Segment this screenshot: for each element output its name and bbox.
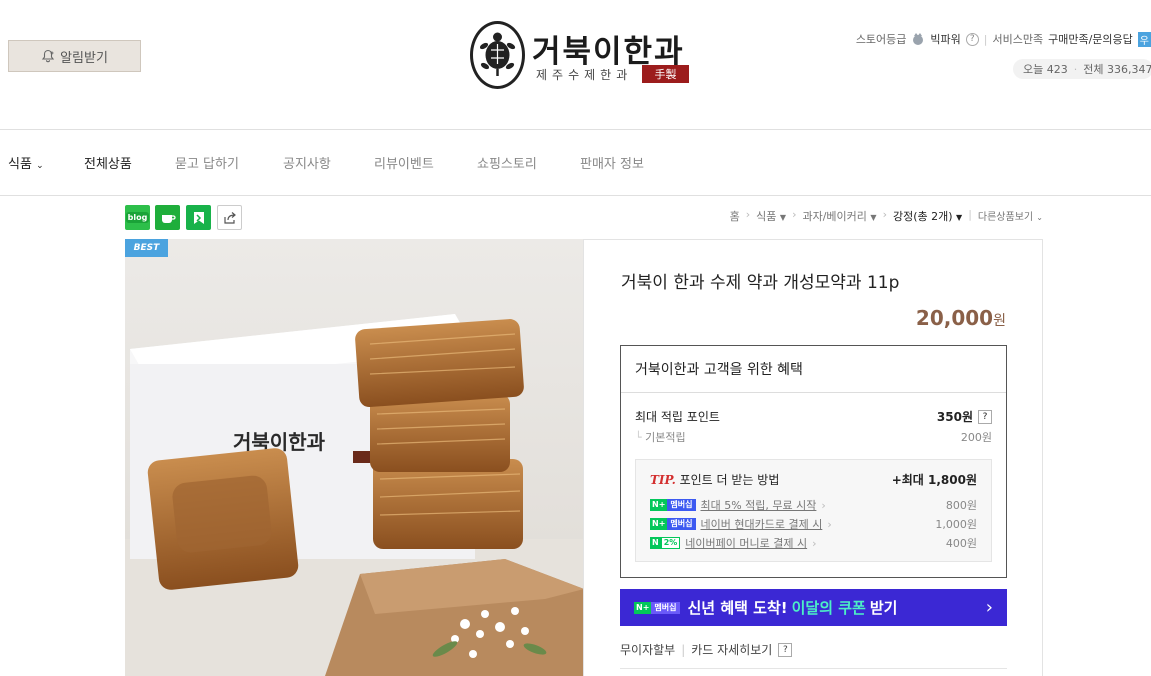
- tip-row-membership[interactable]: N+ 멤버십 최대 5% 적립, 무료 시작 › 800원: [650, 497, 977, 513]
- tip-row-label: 네이버페이 머니로 결제 시: [685, 537, 808, 550]
- logo-subtitle: 제주수제한과: [536, 68, 633, 82]
- notification-button[interactable]: 알림받기: [8, 40, 141, 72]
- blog-share-button[interactable]: blog: [125, 205, 150, 230]
- tip-row-value: 800원: [945, 499, 977, 512]
- tip-box: TIP. 포인트 더 받는 방법 +최대 1,800원 N+ 멤버십 최대 5% 적…: [635, 459, 992, 562]
- visit-total: 전체 336,347: [1083, 63, 1151, 76]
- chevron-right-icon: ›: [985, 597, 993, 618]
- chevron-down-icon: ⌄: [1036, 213, 1043, 222]
- logo-seal: 手製: [642, 65, 689, 83]
- nav-item-qna[interactable]: 묻고 답하기: [175, 153, 239, 172]
- service-value: 구매만족/문의응답: [1048, 33, 1133, 46]
- blog-icon: blog: [125, 212, 150, 223]
- tip-row-value: 400원: [945, 537, 977, 550]
- chevron-right-icon: ›: [812, 536, 817, 550]
- tip-row-hyundai-card[interactable]: N+ 멤버십 네이버 현대카드로 결제 시 › 1,000원: [650, 516, 977, 532]
- service-badge: 우: [1137, 31, 1151, 47]
- best-badge: BEST: [125, 239, 168, 257]
- coupon-banner[interactable]: N+ 멤버십 신년 혜택 도착! 이달의 쿠폰 받기 ›: [620, 589, 1007, 626]
- tip-row-label: 최대 5% 적립, 무료 시작: [700, 499, 817, 512]
- max-point-value: 350원: [936, 410, 973, 424]
- caret-down-icon: ▼: [870, 213, 877, 222]
- indent-icon: └: [635, 431, 642, 444]
- keep-icon: [193, 211, 204, 224]
- nav-item-review-event[interactable]: 리뷰이벤트: [374, 153, 434, 172]
- caret-down-icon: ▼: [779, 213, 787, 222]
- divider: |: [681, 642, 686, 657]
- nav-item-seller-info[interactable]: 판매자 정보: [580, 153, 644, 172]
- coupon-highlight: 이달의 쿠폰: [791, 599, 866, 617]
- chevron-down-icon: ⌄: [36, 161, 44, 171]
- basic-point-label: 기본적립: [645, 431, 686, 444]
- basic-point-value: 200원: [960, 431, 992, 444]
- installment-link[interactable]: 무이자할부: [620, 641, 675, 658]
- breadcrumb-current[interactable]: 강정(총 2개) ▼: [893, 208, 962, 224]
- cafe-share-button[interactable]: [155, 205, 180, 230]
- tip-prefix: TIP.: [650, 473, 676, 487]
- dot-separator: ·: [1073, 62, 1078, 76]
- nav-item-shopping-story[interactable]: 쇼핑스토리: [477, 153, 537, 172]
- naver-plus-badge: N+ 멤버십: [650, 499, 696, 511]
- bell-icon: [41, 49, 55, 63]
- turtle-logo-icon: [470, 21, 525, 89]
- store-info-bar: 스토어등급 빅파워 ? | 서비스만족 구매만족/문의응답 우: [856, 31, 1151, 47]
- payment-links: 무이자할부 | 카드 자세히보기 ?: [620, 641, 793, 658]
- nav-item-notice[interactable]: 공지사항: [283, 153, 331, 172]
- service-label: 서비스만족: [992, 33, 1044, 46]
- share-button[interactable]: [217, 205, 242, 230]
- tip-label: 포인트 더 받는 방법: [679, 473, 780, 487]
- visit-today: 오늘 423: [1023, 63, 1068, 76]
- product-title: 거북이 한과 수제 약과 개성모약과 11p: [621, 273, 900, 293]
- store-grade-value: 빅파워: [930, 33, 961, 46]
- yakgwa-photo: 거북이한과: [125, 239, 584, 676]
- keep-button[interactable]: [186, 205, 211, 230]
- chevron-right-icon: ›: [827, 517, 832, 531]
- category-nav: 식품 ⌄ 전체상품 묻고 답하기 공지사항 리뷰이벤트 쇼핑스토리 판매자 정보: [0, 129, 1151, 196]
- card-detail-link[interactable]: 카드 자세히보기: [691, 641, 772, 658]
- nav-item-all-products[interactable]: 전체상품: [84, 153, 132, 172]
- tip-header: TIP. 포인트 더 받는 방법 +최대 1,800원: [650, 471, 977, 488]
- tip-row-label: 네이버 현대카드로 결제 시: [700, 518, 823, 531]
- product-image[interactable]: 거북이한과 BEST: [125, 239, 584, 676]
- naver-plus-badge: N+ 멤버십: [634, 601, 680, 614]
- coupon-suffix: 받기: [869, 599, 898, 617]
- tip-row-value: 1,000원: [935, 518, 977, 531]
- benefit-header: 거북이한과 고객을 위한 혜택: [621, 346, 1006, 393]
- nav-item-food[interactable]: 식품 ⌄: [8, 153, 44, 172]
- visitor-counter: 오늘 423 · 전체 336,347: [1013, 59, 1151, 79]
- share-icon: [223, 211, 236, 224]
- other-products-link[interactable]: 다른상품보기 ⌄: [978, 208, 1043, 224]
- notification-label: 알림받기: [60, 50, 108, 66]
- cafe-icon: [161, 214, 176, 223]
- breadcrumb: 홈 › 식품 ▼ › 과자/베이커리 ▼ › 강정(총 2개) ▼ | 다른상품보기 ⌄: [729, 208, 1043, 224]
- basic-point-row: └ 기본적립 200원: [635, 429, 992, 445]
- chevron-right-icon: ›: [821, 498, 826, 512]
- naver-pay-badge: N 2%: [650, 537, 681, 549]
- breadcrumb-snack[interactable]: 과자/베이커리 ▼: [802, 208, 876, 224]
- coupon-text: 신년 혜택 도착!: [687, 599, 788, 617]
- help-icon[interactable]: ?: [978, 409, 992, 424]
- benefit-box: 거북이한과 고객을 위한 혜택 최대 적립 포인트 350원? └ 기본적립 2…: [620, 345, 1007, 578]
- divider: |: [983, 32, 988, 46]
- help-icon[interactable]: ?: [778, 642, 793, 657]
- tip-row-naverpay-money[interactable]: N 2% 네이버페이 머니로 결제 시 › 400원: [650, 535, 977, 551]
- naver-plus-badge: N+ 멤버십: [650, 518, 696, 530]
- grade-badge-icon: [913, 33, 924, 45]
- max-point-label: 최대 적립 포인트: [635, 410, 720, 424]
- caret-down-icon: ▼: [956, 213, 963, 222]
- max-point-row: 최대 적립 포인트 350원?: [635, 408, 992, 425]
- breadcrumb-food[interactable]: 식품 ▼: [756, 208, 786, 224]
- store-grade-label: 스토어등급: [855, 33, 907, 46]
- breadcrumb-home[interactable]: 홈: [730, 208, 740, 224]
- divider: [620, 668, 1007, 669]
- store-logo[interactable]: 거북이한과 제주수제한과 手製: [470, 20, 695, 90]
- product-info-panel: 거북이 한과 수제 약과 개성모약과 11p 20,000원 거북이한과 고객을…: [583, 239, 1043, 676]
- tip-max: +최대 1,800원: [891, 473, 977, 487]
- product-price: 20,000원: [915, 306, 1006, 330]
- help-icon[interactable]: ?: [965, 32, 979, 46]
